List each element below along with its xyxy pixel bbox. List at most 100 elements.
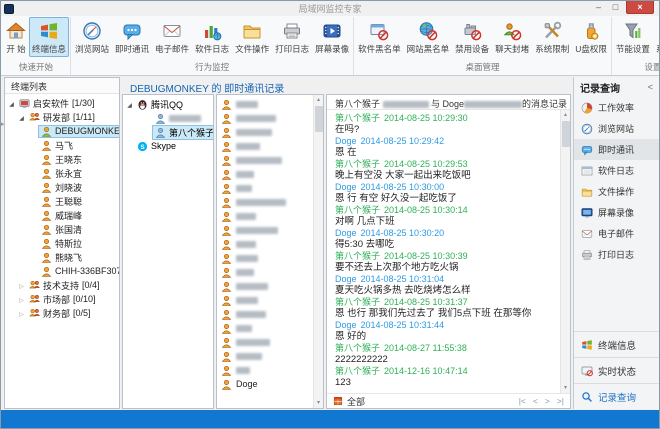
collapse-expander-icon[interactable] (7, 98, 16, 108)
tree-node-department[interactable]: 技术支持[0/4] (5, 278, 119, 292)
im-account-qq[interactable]: 腾讯QQ (123, 97, 213, 111)
minimize-button[interactable]: – (590, 1, 607, 14)
first-page-button[interactable]: |< (519, 396, 526, 406)
contact-row[interactable] (217, 153, 313, 167)
collapse-expander-icon[interactable] (125, 99, 134, 109)
ribbon-button-start[interactable]: 开 始 (3, 17, 29, 57)
messages-scrollbar[interactable] (560, 110, 570, 393)
contact-row[interactable] (217, 97, 313, 111)
expand-expander-icon[interactable] (17, 280, 26, 290)
record-item-screen-record[interactable]: 屏幕录像 (574, 202, 659, 223)
scrollbar-thumb[interactable] (315, 106, 323, 132)
ribbon-button-browse-web[interactable]: 浏览网站 (72, 17, 112, 57)
ribbon-button-file-operation[interactable]: 文件操作 (232, 17, 272, 57)
tree-node-terminal[interactable]: 特斯拉 (5, 236, 119, 250)
record-item-browse-web[interactable]: 浏览网站 (574, 118, 659, 139)
contact-row[interactable] (217, 349, 313, 363)
prev-page-button[interactable]: < (533, 396, 538, 406)
tree-node-terminal[interactable]: 熊晓飞 (5, 250, 119, 264)
contact-row[interactable] (217, 279, 313, 293)
contact-row[interactable] (217, 209, 313, 223)
ribbon-button-usb-permission[interactable]: U盘权限 (572, 17, 610, 57)
message-sender-line: Doge2014-08-25 10:31:04 (335, 274, 558, 285)
ribbon-button-system-settings[interactable]: 系统设置 (653, 17, 659, 57)
contact-row[interactable]: Doge (217, 377, 313, 391)
scrollbar-thumb[interactable] (562, 121, 570, 147)
tree-node-terminal[interactable]: 马飞 (5, 138, 119, 152)
filter-all-label[interactable]: 全部 (347, 395, 365, 408)
scroll-down-icon[interactable] (564, 383, 567, 393)
ribbon-button-chat-block[interactable]: 聊天封堵 (492, 17, 532, 57)
contact-row[interactable] (217, 125, 313, 139)
contact-row[interactable] (217, 307, 313, 321)
tree-node-terminal[interactable]: 王聪聪 (5, 194, 119, 208)
tree-node-terminal[interactable]: 刘晓波 (5, 180, 119, 194)
tree-node-department[interactable]: 财务部[0/5] (5, 306, 119, 320)
ribbon-button-software-blacklist[interactable]: 软件黑名单 (355, 17, 404, 57)
expand-expander-icon[interactable] (17, 308, 26, 318)
tree-node-company[interactable]: 启安软件[1/30] (5, 96, 119, 110)
scroll-up-icon[interactable] (564, 110, 567, 120)
next-page-button[interactable]: > (545, 396, 550, 406)
tree-node-department[interactable]: 市场部[0/10] (5, 292, 119, 306)
record-item-email[interactable]: 电子邮件 (574, 223, 659, 244)
im-account-skype[interactable]: SSkype (123, 139, 213, 153)
im-account-contact[interactable] (123, 111, 213, 125)
record-item-print-log[interactable]: 打印日志 (574, 244, 659, 265)
tree-node-terminal[interactable]: CHIH-336BF3071B (5, 264, 119, 278)
scroll-down-icon[interactable] (317, 398, 320, 408)
ribbon-button-instant-messaging[interactable]: 即时通讯 (112, 17, 152, 57)
contact-row[interactable] (217, 321, 313, 335)
ribbon-button-power-saving[interactable]: 节能设置 (613, 17, 653, 57)
contact-row[interactable] (217, 139, 313, 153)
tree-node-terminal[interactable]: 威瑞峰 (5, 208, 119, 222)
contact-icon (221, 379, 232, 390)
contact-row[interactable] (217, 237, 313, 251)
ribbon-button-screen-record[interactable]: 屏幕录像 (312, 17, 352, 57)
contact-row[interactable] (217, 265, 313, 279)
redacted-text (236, 255, 258, 262)
left-panel-collapse-icon[interactable]: ▸ (1, 121, 5, 129)
contact-row[interactable] (217, 335, 313, 349)
instant-messaging-icon (581, 144, 593, 156)
ribbon-button-website-blacklist[interactable]: 网站黑名单 (404, 17, 453, 57)
contact-row[interactable] (217, 223, 313, 237)
contact-row[interactable] (217, 181, 313, 195)
redacted-text (236, 325, 252, 332)
ribbon-button-print-log[interactable]: 打印日志 (272, 17, 312, 57)
record-item-instant-messaging[interactable]: 即时通讯 (574, 139, 659, 160)
last-page-button[interactable]: >| (557, 396, 564, 406)
sidebar-collapse-icon[interactable]: < (648, 82, 653, 92)
tree-node-department[interactable]: 研发部[1/11] (5, 110, 119, 124)
nav-item-terminal-info[interactable]: 终端信息 (574, 331, 659, 357)
nav-item-record-query[interactable]: 记录查询 (574, 383, 659, 409)
expand-expander-icon[interactable] (17, 294, 26, 304)
ribbon-button-email[interactable]: 电子邮件 (152, 17, 192, 57)
record-item-work-efficiency[interactable]: 工作效率 (574, 97, 659, 118)
contact-row[interactable] (217, 251, 313, 265)
record-item-software-log[interactable]: 软件日志 (574, 160, 659, 181)
maximize-button[interactable]: □ (607, 1, 624, 14)
ribbon-button-disable-device[interactable]: 禁用设备 (452, 17, 492, 57)
tree-node-terminal[interactable]: 张国清 (5, 222, 119, 236)
contact-row[interactable] (217, 167, 313, 181)
record-item-file-operation[interactable]: 文件操作 (574, 181, 659, 202)
tree-node-terminal[interactable]: 张永宜 (5, 166, 119, 180)
ribbon-button-terminal-info[interactable]: 终端信息 (29, 17, 69, 57)
close-button[interactable]: × (626, 1, 654, 14)
contact-row[interactable] (217, 363, 313, 377)
contact-row[interactable] (217, 195, 313, 209)
tree-node-terminal[interactable]: DEBUGMONKEY (5, 124, 119, 138)
tree-node-terminal[interactable]: 王晓东 (5, 152, 119, 166)
ribbon-button-software-log[interactable]: 软件日志 (192, 17, 232, 57)
contact-row[interactable] (217, 111, 313, 125)
im-account-contact[interactable]: 第八个猴子 (123, 125, 213, 139)
contacts-scrollbar[interactable] (313, 95, 323, 408)
contact-row[interactable] (217, 293, 313, 307)
scroll-up-icon[interactable] (317, 95, 320, 105)
redacted-text (236, 311, 266, 318)
nav-item-realtime-status[interactable]: 实时状态 (574, 357, 659, 383)
collapse-expander-icon[interactable] (17, 112, 26, 122)
im-contacts-list: Doge (217, 95, 313, 408)
ribbon-button-system-restriction[interactable]: 系统限制 (532, 17, 572, 57)
